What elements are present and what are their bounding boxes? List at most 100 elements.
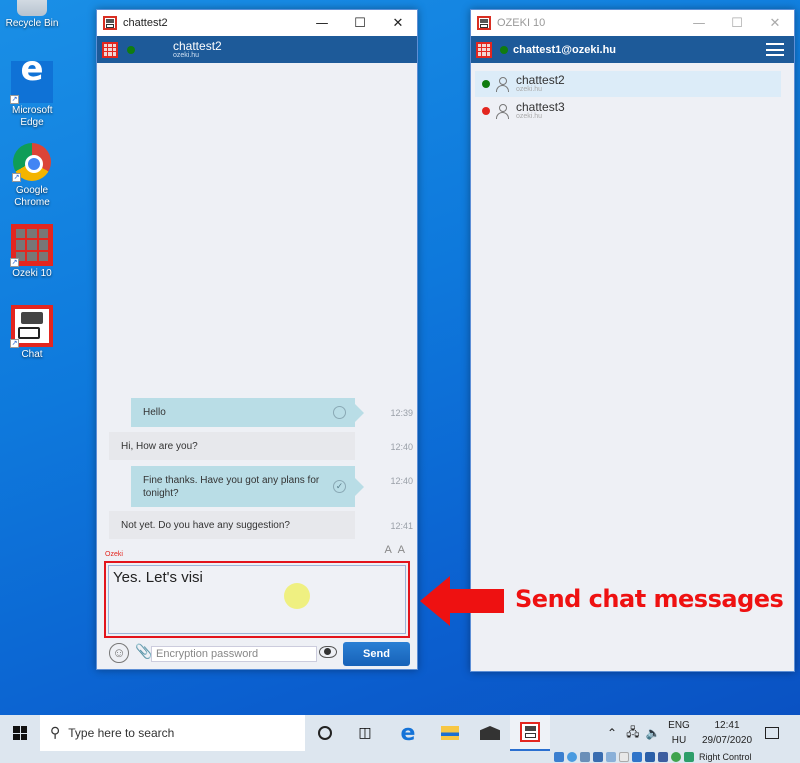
volume-icon[interactable]: 🔈	[645, 726, 660, 740]
chat-app-icon	[520, 722, 540, 742]
message-outgoing: Hello	[131, 398, 364, 427]
message-list[interactable]: Hello 12:39 Hi, How are you? 12:40 Fine …	[97, 63, 417, 553]
font-size-toggle[interactable]: A A	[384, 544, 407, 556]
show-hidden-icons-chevron-icon[interactable]: ⌃	[607, 726, 617, 740]
maximize-button[interactable]: ☐	[341, 10, 379, 36]
contact-name: chattest3	[516, 100, 565, 114]
send-button[interactable]: Send	[343, 642, 410, 666]
network-icon[interactable]: 🖧	[626, 723, 639, 744]
user-icon	[496, 77, 509, 92]
vm-mouse-integration-icon[interactable]	[684, 752, 694, 762]
ozeki-main-window: OZEKI 10 — ☐ ✕ chattest1@ozeki.hu chatte…	[470, 9, 795, 672]
vm-optical-icon[interactable]	[567, 752, 577, 762]
main-window-titlebar[interactable]: OZEKI 10 — ☐ ✕	[471, 10, 794, 36]
emoji-icon[interactable]: ☺	[109, 643, 129, 663]
desktop-icon-recycle-bin[interactable]: Recycle Bin	[1, 0, 63, 30]
vm-display-icon[interactable]	[632, 752, 642, 762]
message-time: 12:40	[390, 476, 413, 486]
desktop-icon-label: Google Chrome	[14, 185, 50, 208]
annotation-arrow-icon	[420, 576, 504, 626]
edge-icon: e ↗	[10, 52, 53, 104]
message-input[interactable]	[108, 565, 406, 634]
language-indicator[interactable]: ENG HU	[664, 718, 694, 748]
message-time: 12:41	[390, 521, 413, 531]
message-text: Not yet. Do you have any suggestion?	[121, 519, 290, 531]
contact-domain: ozeki.hu	[516, 86, 543, 93]
ozeki-menu-icon[interactable]	[476, 41, 492, 58]
task-view-button[interactable]: ◫	[345, 715, 385, 751]
ozeki-icon: ↗	[10, 224, 53, 267]
offline-status-icon	[482, 107, 490, 115]
contact-item[interactable]: chattest3 ozeki.hu	[475, 98, 781, 124]
minimize-button[interactable]: —	[680, 10, 718, 36]
taskbar-edge[interactable]: e	[388, 715, 428, 751]
compose-toolbar: ☺ 📎 Send	[97, 641, 417, 667]
contact-name: chattest2	[516, 73, 565, 87]
close-button[interactable]: ✕	[379, 10, 417, 36]
edge-icon: e	[400, 720, 416, 746]
taskbar: ⚲ ◫ e ⌃ 🖧 🔈 ENG HU 12:41 29/07/2020	[0, 715, 800, 763]
attachment-icon[interactable]: 📎	[135, 644, 152, 660]
hamburger-menu-icon[interactable]	[766, 43, 784, 56]
desktop-icon-ozeki[interactable]: ↗ Ozeki 10	[1, 224, 63, 280]
ozeki-menu-icon[interactable]	[102, 41, 118, 58]
chat-app-icon	[103, 16, 117, 30]
encryption-password-input[interactable]	[151, 646, 317, 662]
minimize-button[interactable]: —	[303, 10, 341, 36]
message-time: 12:40	[390, 442, 413, 452]
message-text: Hi, How are you?	[121, 440, 198, 452]
vm-audio-icon[interactable]	[580, 752, 590, 762]
task-view-icon: ◫	[358, 725, 372, 741]
vm-network-icon[interactable]	[593, 752, 603, 762]
annotation-text: Send chat messages	[515, 585, 784, 613]
taskbar-chat[interactable]	[510, 715, 550, 751]
desktop-icon-chat[interactable]: ↗ Chat	[1, 305, 63, 361]
window-title: OZEKI 10	[497, 17, 546, 29]
contact-domain: ozeki.hu	[516, 113, 543, 120]
message-time: 12:39	[390, 408, 413, 418]
vm-recording-icon[interactable]	[645, 752, 655, 762]
online-status-icon	[500, 45, 508, 54]
language-bottom: HU	[671, 735, 687, 746]
message-incoming: Not yet. Do you have any suggestion?	[109, 511, 355, 539]
show-password-icon[interactable]	[319, 646, 337, 658]
contact-item[interactable]: chattest2 ozeki.hu	[475, 71, 781, 97]
search-icon: ⚲	[50, 725, 61, 741]
chat-icon: ↗	[10, 305, 53, 348]
windows-logo-icon	[13, 726, 27, 740]
folder-icon	[441, 726, 459, 740]
vm-shared-folder-icon[interactable]	[619, 752, 629, 762]
account-header: chattest1@ozeki.hu	[471, 36, 794, 63]
vm-storage-icon[interactable]	[554, 752, 564, 762]
action-center-button[interactable]	[752, 715, 792, 751]
message-incoming: Hi, How are you?	[109, 432, 355, 460]
user-icon	[496, 104, 509, 119]
vm-status-bar: Right Control	[554, 751, 752, 763]
vm-usb-icon[interactable]	[606, 752, 616, 762]
desktop-icon-edge[interactable]: e ↗ Microsoft Edge	[1, 52, 63, 129]
chrome-icon: ↗	[12, 143, 51, 182]
search-input[interactable]	[68, 726, 289, 740]
notification-icon	[765, 727, 779, 739]
chat-window: chattest2 — ☐ ✕ chattest2 ozeki.hu Hello…	[96, 9, 418, 670]
close-button[interactable]: ✕	[756, 10, 794, 36]
vm-guest-additions-icon[interactable]	[671, 752, 681, 762]
taskbar-search[interactable]: ⚲	[40, 715, 305, 751]
desktop-icon-label: Ozeki 10	[12, 268, 52, 279]
vm-cpu-icon[interactable]	[658, 752, 668, 762]
taskbar-mail[interactable]	[470, 715, 510, 751]
start-button[interactable]	[0, 715, 40, 751]
chat-window-titlebar[interactable]: chattest2 — ☐ ✕	[97, 10, 417, 36]
cortana-button[interactable]	[305, 715, 345, 751]
taskbar-file-explorer[interactable]	[430, 715, 470, 751]
delivered-check-icon: ✓	[333, 479, 346, 493]
message-text: Hello	[143, 407, 166, 418]
window-title: chattest2	[123, 17, 168, 29]
maximize-button[interactable]: ☐	[718, 10, 756, 36]
recycle-bin-icon	[17, 0, 47, 16]
contact-name: chattest2	[173, 38, 222, 53]
cortana-icon	[318, 726, 332, 740]
desktop-icon-chrome[interactable]: ↗ Google Chrome	[1, 143, 63, 209]
online-status-icon	[482, 80, 490, 88]
message-text: Fine thanks. Have you got any plans for …	[143, 474, 320, 499]
